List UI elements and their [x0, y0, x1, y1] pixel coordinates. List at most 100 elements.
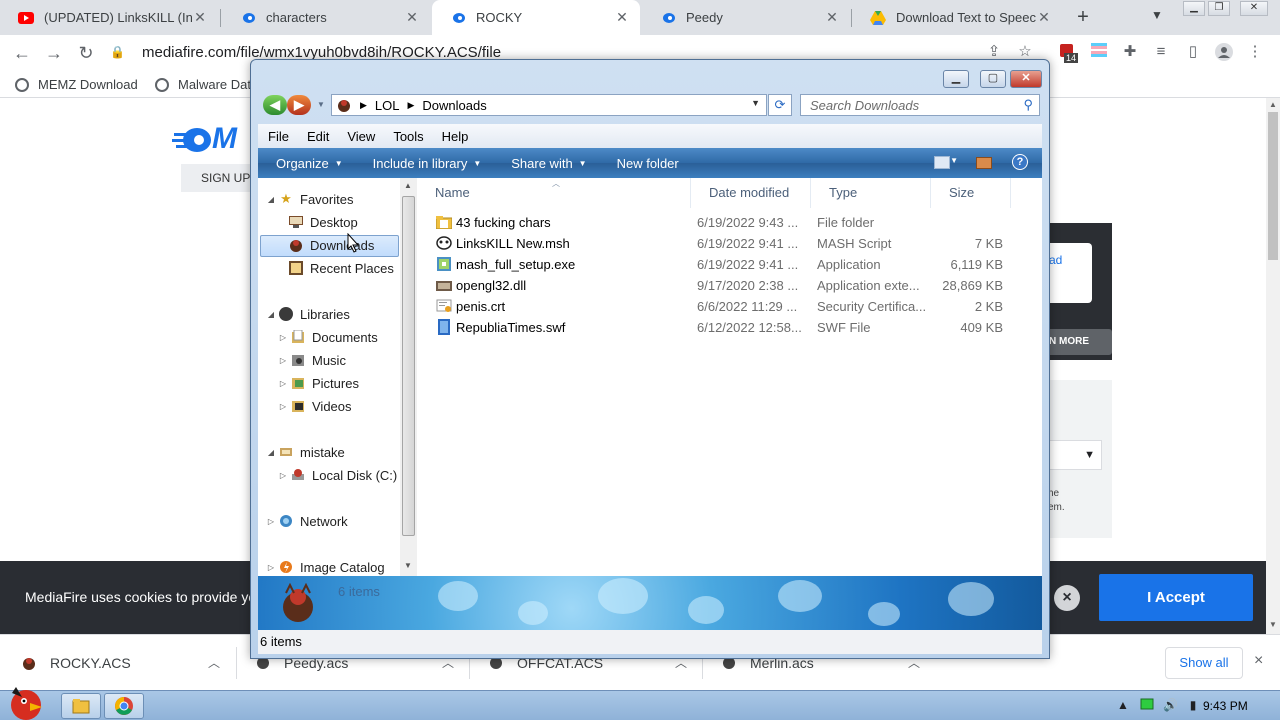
close-tab-icon[interactable]: ✕: [614, 9, 630, 26]
breadcrumb-arrow-icon[interactable]: ▶: [360, 100, 367, 111]
expand-icon[interactable]: ▷: [278, 379, 288, 388]
close-window-icon[interactable]: ✕: [1240, 1, 1268, 16]
tab-text-to-speech[interactable]: Download Text to Speech ✕: [852, 0, 1062, 35]
report-select[interactable]: ▼: [1045, 440, 1102, 470]
scroll-thumb[interactable]: [402, 196, 415, 536]
address-dropdown-icon[interactable]: ▼: [751, 98, 760, 108]
nav-desktop[interactable]: Desktop: [288, 211, 358, 233]
nav-music[interactable]: ▷ Music: [278, 349, 346, 371]
restore-icon[interactable]: ❐: [1208, 1, 1230, 16]
menu-edit[interactable]: Edit: [307, 129, 329, 144]
expand-icon[interactable]: ▷: [278, 356, 288, 365]
share-with-button[interactable]: Share with ▼: [511, 156, 586, 171]
column-header-size[interactable]: Size: [931, 178, 1011, 208]
file-row[interactable]: opengl32.dll 9/17/2020 2:38 ... Applicat…: [417, 275, 1042, 296]
chevron-up-icon[interactable]: ︿: [208, 654, 220, 671]
help-icon[interactable]: ?: [1012, 154, 1028, 170]
file-row[interactable]: penis.crt 6/6/2022 11:29 ... Security Ce…: [417, 296, 1042, 317]
scroll-thumb[interactable]: [1268, 112, 1278, 260]
breadcrumb-item[interactable]: LOL: [375, 98, 400, 113]
expand-icon[interactable]: ▷: [266, 563, 276, 572]
profile-avatar-icon[interactable]: [1215, 43, 1233, 61]
column-header-name[interactable]: Name: [417, 178, 691, 208]
extension-icon[interactable]: 14: [1058, 43, 1079, 63]
nav-network[interactable]: ▷ Network: [266, 510, 348, 532]
puzzle-icon[interactable]: ✚: [1121, 43, 1139, 61]
tab-rocky[interactable]: ROCKY ✕: [432, 0, 640, 35]
menu-file[interactable]: File: [268, 129, 289, 144]
taskbar-chrome-button[interactable]: [104, 693, 144, 719]
taskbar-explorer-button[interactable]: [61, 693, 101, 719]
minimize-icon[interactable]: ▁: [1183, 1, 1205, 16]
media-queue-icon[interactable]: ≡: [1152, 43, 1170, 61]
expand-icon[interactable]: ▷: [278, 402, 288, 411]
minimize-icon[interactable]: ▁: [943, 70, 969, 88]
change-view-icon[interactable]: [934, 156, 950, 169]
mediafire-logo[interactable]: M: [172, 122, 237, 156]
nav-local-disk[interactable]: ▷ Local Disk (C:): [278, 464, 397, 486]
recent-pages-icon[interactable]: ▼: [317, 100, 325, 109]
search-input[interactable]: Search Downloads ⚲: [800, 94, 1040, 116]
forward-icon[interactable]: →: [43, 42, 65, 64]
maximize-icon[interactable]: ▢: [980, 70, 1006, 88]
side-panel-icon[interactable]: ▯: [1184, 43, 1202, 61]
nav-scrollbar[interactable]: ▲ ▼: [400, 178, 417, 576]
expand-icon[interactable]: ▷: [266, 517, 276, 526]
nav-libraries[interactable]: ◢ Libraries: [266, 303, 350, 325]
nav-pictures[interactable]: ▷ Pictures: [278, 372, 359, 394]
view-dropdown-icon[interactable]: ▼: [950, 156, 958, 165]
close-tab-icon[interactable]: ✕: [824, 9, 840, 26]
close-shelf-icon[interactable]: ×: [1254, 652, 1263, 670]
nav-recent-places[interactable]: Recent Places: [288, 257, 394, 279]
nav-documents[interactable]: ▷ Documents: [278, 326, 378, 348]
back-icon[interactable]: ←: [11, 42, 33, 64]
download-link[interactable]: ad: [1045, 243, 1092, 303]
back-arrow-icon[interactable]: ◀: [263, 95, 287, 115]
page-scrollbar[interactable]: ▲ ▼: [1266, 98, 1280, 634]
learn-more-button[interactable]: N MORE: [1045, 329, 1112, 355]
breadcrumb-arrow-icon[interactable]: ▶: [408, 100, 415, 111]
scroll-down-icon[interactable]: ▼: [404, 561, 412, 570]
volume-icon[interactable]: 🔊: [1163, 698, 1178, 712]
scroll-up-icon[interactable]: ▲: [1269, 100, 1277, 109]
refresh-icon[interactable]: ⟳: [768, 94, 792, 116]
collapse-icon[interactable]: ◢: [266, 310, 276, 319]
file-row[interactable]: mash_full_setup.exe 6/19/2022 9:41 ... A…: [417, 254, 1042, 275]
tray-expand-icon[interactable]: ▲: [1116, 698, 1130, 712]
tab-peedy[interactable]: Peedy ✕: [642, 0, 850, 35]
close-tab-icon[interactable]: ✕: [192, 9, 208, 26]
expand-icon[interactable]: ▷: [278, 333, 288, 342]
new-folder-button[interactable]: New folder: [617, 156, 679, 171]
start-button[interactable]: [4, 683, 46, 720]
tab-youtube[interactable]: (UPDATED) LinksKILL (Ins ✕: [0, 0, 218, 35]
organize-button[interactable]: Organize ▼: [276, 156, 343, 171]
menu-tools[interactable]: Tools: [393, 129, 423, 144]
forward-arrow-icon[interactable]: ▶: [287, 95, 311, 115]
bookmark-malware[interactable]: Malware Dat: [155, 77, 251, 92]
close-window-icon[interactable]: ✕: [1010, 70, 1042, 88]
collapse-icon[interactable]: ◢: [266, 195, 276, 204]
explorer-address-bar[interactable]: ▶ LOL ▶ Downloads ▼: [331, 94, 767, 116]
bookmark-memz[interactable]: MEMZ Download: [15, 77, 138, 92]
menu-kebab-icon[interactable]: ⋮: [1246, 43, 1264, 61]
scroll-down-icon[interactable]: ▼: [1269, 620, 1277, 629]
clock[interactable]: 9:43 PM: [1203, 699, 1248, 713]
new-tab-button[interactable]: +: [1072, 6, 1094, 28]
reload-icon[interactable]: ↻: [75, 42, 97, 64]
network-tray-icon[interactable]: ▮: [1186, 698, 1200, 712]
expand-icon[interactable]: ▷: [278, 471, 288, 480]
breadcrumb-item[interactable]: Downloads: [422, 98, 486, 113]
collapse-icon[interactable]: ◢: [266, 448, 276, 457]
nav-downloads[interactable]: Downloads: [288, 234, 374, 256]
nav-favorites[interactable]: ◢ ★ Favorites: [266, 188, 354, 210]
column-header-date[interactable]: Date modified: [691, 178, 811, 208]
close-tab-icon[interactable]: ✕: [1036, 9, 1052, 26]
tab-characters[interactable]: characters ✕: [222, 0, 430, 35]
column-header-type[interactable]: Type: [811, 178, 931, 208]
accept-cookies-button[interactable]: I Accept: [1099, 574, 1253, 621]
cookie-close-button[interactable]: ×: [1054, 585, 1080, 611]
file-row[interactable]: 43 fucking chars 6/19/2022 9:43 ... File…: [417, 212, 1042, 233]
tab-search-icon[interactable]: ▼: [1151, 8, 1163, 22]
close-tab-icon[interactable]: ✕: [404, 9, 420, 26]
scroll-up-icon[interactable]: ▲: [404, 181, 412, 190]
